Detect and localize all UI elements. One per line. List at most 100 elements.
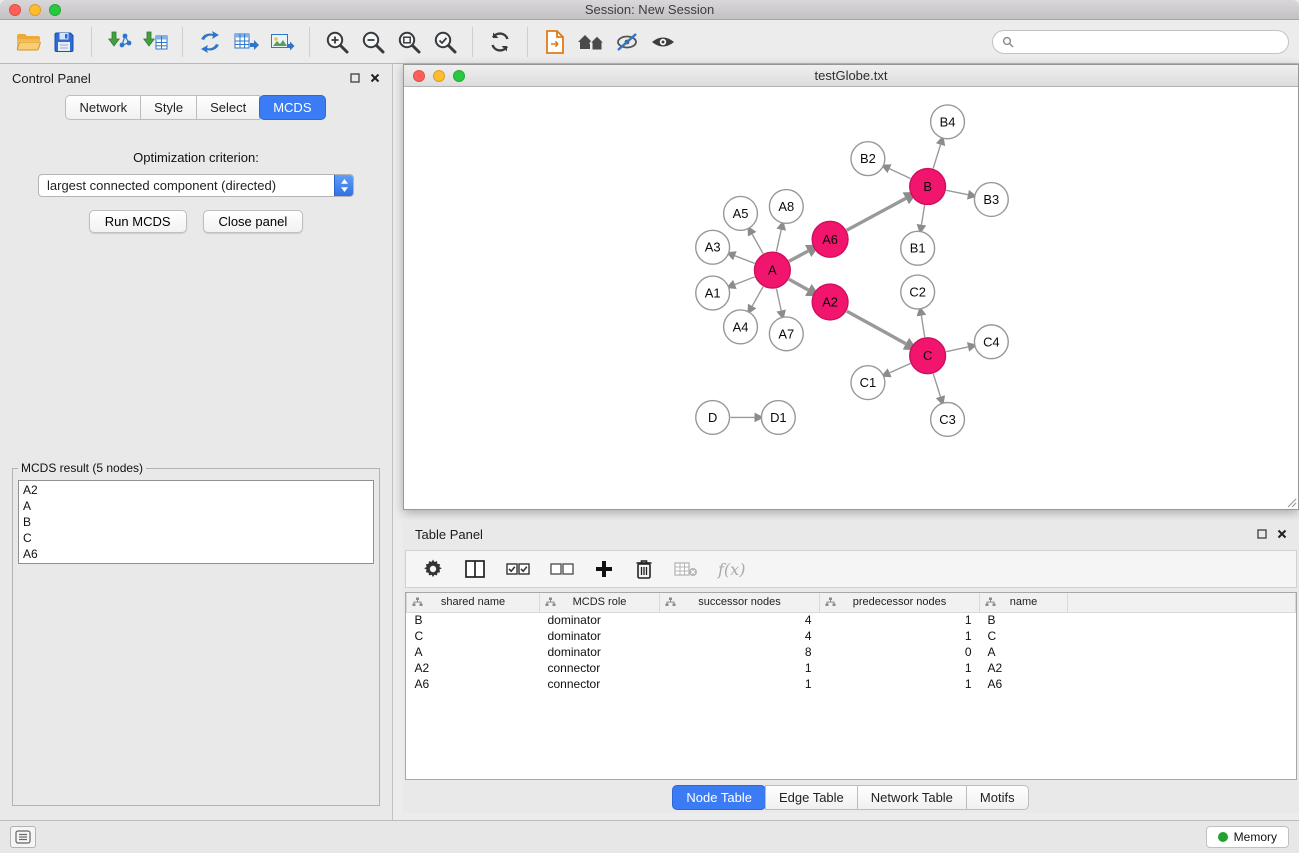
new-table-button[interactable] [228,25,264,59]
graph-edge-A-A1[interactable] [735,277,755,285]
table-cell[interactable]: A6 [980,676,1068,692]
close-panel-button[interactable]: Close panel [203,210,304,233]
graph-node-B3[interactable]: B3 [974,183,1008,217]
table-cell[interactable]: connector [540,660,660,676]
criterion-select[interactable]: largest connected component (directed) [38,174,354,197]
graph-node-A6[interactable]: A6 [812,221,848,257]
graph-edge-A-A2[interactable] [789,279,808,290]
result-item[interactable]: B [23,514,369,530]
search-box[interactable] [992,30,1289,54]
table-cell[interactable]: A6 [407,676,540,692]
home-view-button[interactable] [573,25,609,59]
function-builder-button[interactable]: f(x) [718,560,745,579]
resize-grip[interactable] [1285,496,1297,508]
network-close-button[interactable] [413,70,425,82]
table-cell[interactable]: 4 [660,612,820,628]
clone-network-button[interactable] [192,25,228,59]
graph-edge-A-A8[interactable] [776,230,781,252]
network-minimize-button[interactable] [433,70,445,82]
graph-node-C[interactable]: C [910,338,946,374]
table-cell[interactable]: B [980,612,1068,628]
graph-node-B4[interactable]: B4 [931,105,965,139]
graph-node-A5[interactable]: A5 [724,196,758,230]
apply-layout-button[interactable] [482,25,518,59]
table-cell[interactable]: 1 [820,612,980,628]
import-table-file-button[interactable] [137,25,173,59]
table-cell[interactable]: A [980,644,1068,660]
table-cell[interactable]: 1 [820,660,980,676]
tab-style[interactable]: Style [140,95,197,120]
tab-network[interactable]: Network [65,95,141,120]
table-cell[interactable]: 8 [660,644,820,660]
float-panel-icon[interactable] [350,73,360,83]
graph-node-A1[interactable]: A1 [696,276,730,310]
graph-edge-B-B1[interactable] [921,205,924,224]
graph-node-A3[interactable]: A3 [696,230,730,264]
close-table-panel-icon[interactable] [1277,529,1287,539]
table-cell[interactable]: dominator [540,612,660,628]
graph-node-C2[interactable]: C2 [901,275,935,309]
network-zoom-button[interactable] [453,70,465,82]
zoom-window-button[interactable] [49,4,61,16]
save-session-button[interactable] [46,25,82,59]
graph-edge-A-A3[interactable] [735,256,755,264]
table-cell[interactable]: B [407,612,540,628]
tab-edge-table[interactable]: Edge Table [765,785,858,810]
clear-table-button[interactable] [674,560,698,578]
table-cell[interactable]: dominator [540,628,660,644]
tab-motifs[interactable]: Motifs [966,785,1029,810]
table-row[interactable]: Cdominator41C [407,628,1296,644]
zoom-selected-button[interactable] [427,25,463,59]
table-cell[interactable]: A [407,644,540,660]
column-header-mcds-role[interactable]: MCDS role [540,593,660,612]
table-cell[interactable]: 1 [660,660,820,676]
table-cell[interactable]: connector [540,676,660,692]
open-session-button[interactable] [10,25,46,59]
graph-node-A4[interactable]: A4 [724,310,758,344]
graph-edge-B-B2[interactable] [890,169,911,179]
mcds-result-list[interactable]: A2ABCA6 [18,480,374,564]
graph-edge-C-C1[interactable] [890,363,911,372]
graph-edge-B-B3[interactable] [946,190,968,194]
deselect-all-rows-button[interactable] [550,561,574,577]
hide-graphics-details-button[interactable] [609,25,645,59]
task-history-button[interactable] [10,826,36,848]
table-row[interactable]: A6connector11A6 [407,676,1296,692]
column-header-predecessor-nodes[interactable]: predecessor nodes [820,593,980,612]
result-item[interactable]: A6 [23,546,369,562]
search-input[interactable] [1019,35,1279,49]
graph-edge-C-C2[interactable] [921,316,924,337]
graph-edge-A-A5[interactable] [752,234,763,253]
tab-network-table[interactable]: Network Table [857,785,967,810]
zoom-out-button[interactable] [355,25,391,59]
column-header-name[interactable]: name [980,593,1068,612]
network-graph[interactable]: AA1A2A3A4A5A6A7A8BB1B2B3B4CC1C2C3C4DD1 [404,87,1298,509]
graph-node-D[interactable]: D [696,401,730,435]
table-cell[interactable]: 1 [660,676,820,692]
graph-node-B[interactable]: B [910,169,946,205]
table-row[interactable]: Adominator80A [407,644,1296,660]
table-cell[interactable]: A2 [980,660,1068,676]
graph-edge-A-A4[interactable] [752,287,763,306]
select-all-rows-button[interactable] [506,561,530,577]
table-cell[interactable]: C [407,628,540,644]
zoom-fit-button[interactable] [391,25,427,59]
graph-node-B2[interactable]: B2 [851,142,885,176]
table-cell[interactable]: 1 [820,628,980,644]
graph-node-C3[interactable]: C3 [931,403,965,437]
show-columns-button[interactable] [464,559,486,579]
graph-node-D1[interactable]: D1 [761,401,795,435]
graph-edge-A6-B[interactable] [847,198,906,230]
result-item[interactable]: C [23,530,369,546]
graph-node-C1[interactable]: C1 [851,366,885,400]
graph-edge-A-A6[interactable] [789,251,808,261]
graph-edge-A2-C[interactable] [847,311,906,344]
graph-edge-B-B4[interactable] [933,145,940,169]
close-panel-icon[interactable] [370,73,380,83]
graph-edge-C-C4[interactable] [946,347,968,352]
export-image-button[interactable] [264,25,300,59]
tab-select[interactable]: Select [196,95,260,120]
graph-node-A[interactable]: A [754,252,790,288]
result-item[interactable]: A2 [23,482,369,498]
graph-node-B1[interactable]: B1 [901,231,935,265]
